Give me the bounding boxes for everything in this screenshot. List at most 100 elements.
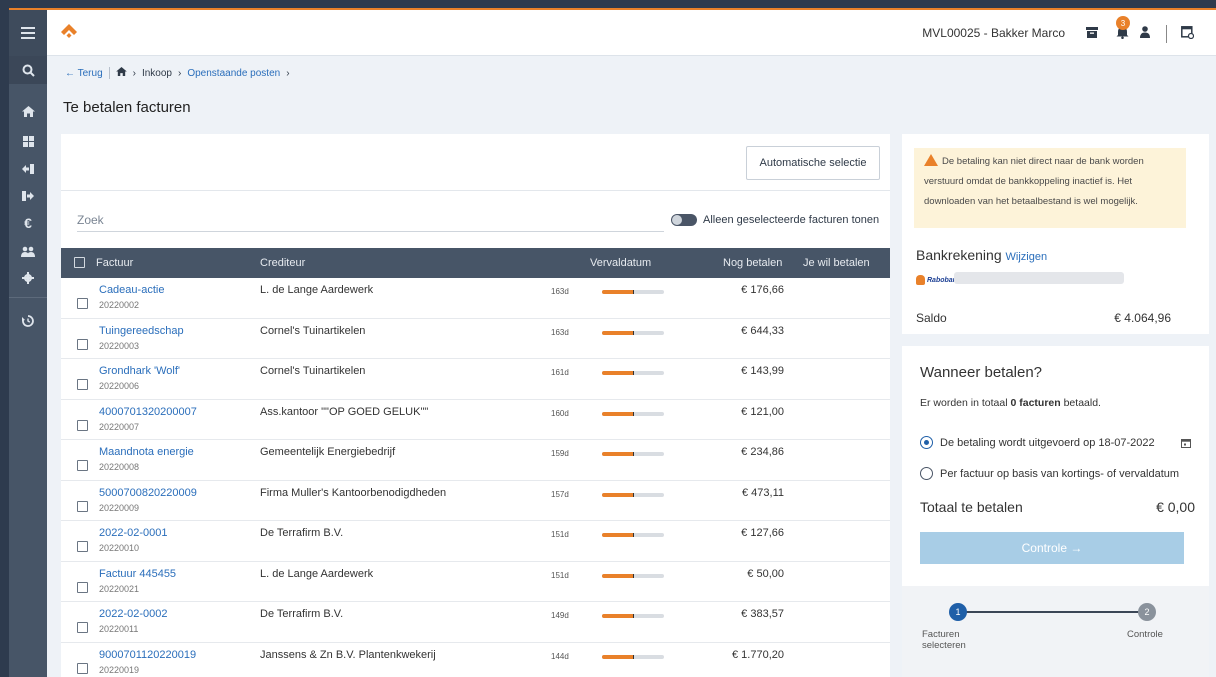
breadcrumb-current[interactable]: Openstaande posten [187, 68, 280, 79]
radio-per-invoice[interactable] [920, 467, 933, 480]
table-row[interactable]: 4000701320200007 20220007 Ass.kantoor ""… [61, 400, 890, 440]
invoice-link[interactable]: 2022-02-0001 [99, 527, 168, 539]
invoice-link[interactable]: Factuur 445455 [99, 568, 176, 580]
row-checkbox[interactable] [77, 541, 88, 552]
chevron-right-icon: › [178, 67, 182, 79]
row-checkbox[interactable] [77, 581, 88, 593]
invoice-number: 20220010 [99, 543, 140, 553]
table-row[interactable]: Cadeau-actie 20220002 L. de Lange Aardew… [61, 278, 890, 319]
due-date-bar-marker [633, 573, 634, 578]
total-label: Totaal te betalen [920, 499, 1023, 515]
row-checkbox[interactable] [77, 460, 88, 471]
home-crumb-icon[interactable] [115, 67, 127, 79]
row-checkbox[interactable] [77, 298, 88, 309]
row-checkbox[interactable] [77, 419, 88, 431]
col-factuur[interactable]: Factuur [96, 257, 133, 269]
col-vervaldatum[interactable]: Vervaldatum [590, 257, 651, 269]
due-date-bar-fill [602, 573, 634, 578]
logo-icon[interactable] [60, 23, 78, 41]
gear-icon[interactable] [9, 264, 47, 292]
user-icon[interactable] [1136, 22, 1154, 42]
table-row[interactable]: Tuingereedschap 20220003 Cornel's Tuinar… [61, 319, 890, 359]
invoice-link[interactable]: Grondhark 'Wolf' [99, 365, 180, 377]
user-name[interactable]: MVL00025 - Bakker Marco [922, 26, 1065, 40]
table-row[interactable]: Grondhark 'Wolf' 20220006 Cornel's Tuina… [61, 359, 890, 400]
col-je-wil-betalen[interactable]: Je wil betalen [803, 257, 870, 269]
select-all-checkbox[interactable] [74, 257, 85, 268]
row-checkbox[interactable] [77, 379, 88, 390]
due-date-bar-fill [602, 492, 634, 497]
menu-icon[interactable] [9, 10, 47, 56]
users-icon[interactable] [9, 237, 47, 265]
invoice-link[interactable]: Tuingereedschap [99, 325, 184, 337]
due-date-bar-marker [633, 452, 634, 456]
search-icon[interactable] [9, 56, 47, 84]
bank-account-title: Bankrekening [916, 247, 1002, 263]
row-checkbox[interactable] [77, 662, 88, 674]
col-nog-betalen[interactable]: Nog betalen [723, 257, 782, 269]
row-checkbox[interactable] [77, 500, 88, 512]
row-checkbox[interactable] [77, 338, 88, 350]
app-window: € MVL00025 - Bakker Marco 3 ← Terug › In… [9, 8, 1216, 677]
euro-icon[interactable]: € [9, 209, 47, 237]
radio-fixed-date[interactable] [920, 436, 933, 449]
radio-fixed-date-label[interactable]: De betaling wordt uitgevoerd op 18-07-20… [940, 437, 1155, 449]
amount-due: € 234,86 [741, 446, 784, 458]
days-overdue: 161d [551, 368, 569, 377]
back-link[interactable]: ← Terug [65, 68, 103, 79]
invoice-link[interactable]: 4000701320200007 [99, 406, 197, 418]
controle-button[interactable]: Controle → [920, 532, 1184, 564]
invoice-link[interactable]: Cadeau-actie [99, 284, 164, 296]
invoice-number: 20220021 [99, 583, 140, 594]
due-date-bar-marker [633, 290, 634, 294]
creditor-name: Gemeentelijk Energiebedrijf [260, 446, 396, 458]
change-bank-link[interactable]: Wijzigen [1006, 251, 1048, 263]
due-date-bar-fill [602, 411, 634, 416]
history-icon[interactable] [9, 307, 47, 335]
table-row[interactable]: 5000700820220009 20220009 Firma Muller's… [61, 481, 890, 521]
invoice-link[interactable]: 2022-02-0002 [99, 608, 168, 620]
due-date-bar-marker [633, 492, 634, 497]
window-settings-icon[interactable] [1178, 22, 1196, 42]
table-row[interactable]: Maandnota energie 20220008 Gemeentelijk … [61, 440, 890, 481]
invoice-number: 20220011 [99, 624, 139, 634]
calendar-icon[interactable] [1181, 438, 1191, 451]
due-date-bar-marker [633, 371, 634, 375]
step-2-dot[interactable]: 2 [1138, 603, 1156, 621]
table-row[interactable]: 2022-02-0001 20220010 De Terrafirm B.V. … [61, 521, 890, 562]
count-suffix: betaald. [1063, 397, 1101, 409]
due-date-bar-fill [602, 654, 634, 659]
invoice-link[interactable]: Maandnota energie [99, 446, 194, 458]
amount-due: € 1.770,20 [732, 648, 784, 661]
table-row[interactable]: 9000701120220019 20220019 Janssens & Zn … [61, 643, 890, 677]
invoice-link[interactable]: 5000700820220009 [99, 487, 197, 499]
due-date-bar-fill [602, 452, 634, 456]
dashboard-icon[interactable] [9, 127, 47, 155]
sign-out-icon[interactable] [9, 182, 47, 210]
amount-due: € 473,11 [741, 486, 784, 499]
home-icon[interactable] [9, 97, 47, 125]
archive-icon[interactable] [1083, 22, 1101, 42]
invoice-number: 20220009 [99, 502, 140, 513]
auto-select-button[interactable]: Automatische selectie [746, 146, 880, 180]
sidebar: € [9, 10, 47, 677]
invoice-link[interactable]: 9000701120220019 [99, 649, 196, 661]
search-input[interactable] [77, 208, 664, 232]
toggle-switch[interactable] [671, 214, 697, 226]
invoice-number: 20220019 [99, 664, 140, 675]
breadcrumb-inkoop[interactable]: Inkoop [142, 68, 172, 79]
selected-only-toggle[interactable]: Alleen geselecteerde facturen tonen [671, 214, 879, 226]
table-row[interactable]: 2022-02-0002 20220011 De Terrafirm B.V. … [61, 602, 890, 643]
bank-account-heading: Bankrekening Wijzigen [916, 247, 1047, 263]
radio-per-invoice-label[interactable]: Per factuur op basis van kortings- of ve… [940, 468, 1179, 480]
creditor-name: Janssens & Zn B.V. Plantenkwekerij [260, 648, 436, 661]
toggle-label: Alleen geselecteerde facturen tonen [703, 214, 880, 226]
amount-due: € 644,33 [741, 324, 784, 337]
table-row[interactable]: Factuur 445455 20220021 L. de Lange Aard… [61, 562, 890, 602]
col-crediteur[interactable]: Crediteur [260, 257, 305, 269]
row-checkbox[interactable] [77, 622, 88, 633]
days-overdue: 163d [551, 287, 569, 296]
step-1-dot[interactable]: 1 [949, 603, 967, 621]
due-date-bar-fill [602, 533, 634, 537]
sign-in-icon[interactable] [9, 155, 47, 183]
